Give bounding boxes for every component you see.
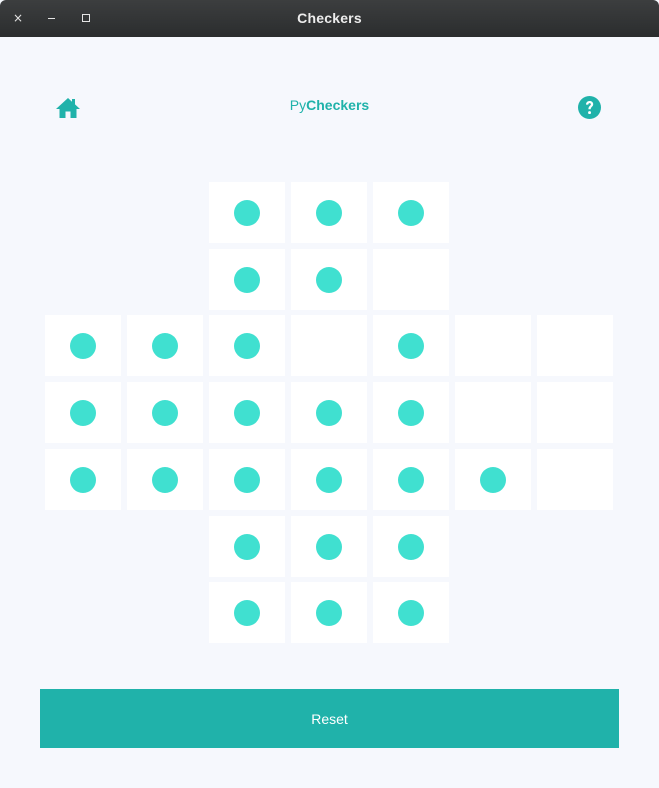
peg[interactable] bbox=[398, 333, 424, 359]
peg[interactable] bbox=[70, 400, 96, 426]
board-cell[interactable] bbox=[537, 315, 613, 376]
board-cell[interactable] bbox=[291, 182, 367, 243]
peg[interactable] bbox=[152, 333, 178, 359]
peg[interactable] bbox=[316, 267, 342, 293]
peg[interactable] bbox=[234, 400, 260, 426]
window-title: Checkers bbox=[297, 10, 362, 26]
peg[interactable] bbox=[70, 467, 96, 493]
board-cell[interactable] bbox=[127, 449, 203, 510]
peg[interactable] bbox=[316, 467, 342, 493]
peg[interactable] bbox=[234, 200, 260, 226]
peg[interactable] bbox=[234, 600, 260, 626]
peg[interactable] bbox=[398, 467, 424, 493]
board-cell[interactable] bbox=[373, 182, 449, 243]
help-icon bbox=[578, 96, 601, 119]
board-cell[interactable] bbox=[291, 516, 367, 577]
board-cell[interactable] bbox=[209, 582, 285, 643]
peg[interactable] bbox=[398, 200, 424, 226]
peg[interactable] bbox=[316, 600, 342, 626]
board-cell[interactable] bbox=[209, 516, 285, 577]
board-cell[interactable] bbox=[455, 315, 531, 376]
board-cell[interactable] bbox=[291, 382, 367, 443]
board-cell[interactable] bbox=[291, 449, 367, 510]
peg[interactable] bbox=[234, 267, 260, 293]
peg[interactable] bbox=[316, 534, 342, 560]
board-cell[interactable] bbox=[455, 382, 531, 443]
peg[interactable] bbox=[234, 467, 260, 493]
board-cell[interactable] bbox=[209, 315, 285, 376]
board-cell[interactable] bbox=[209, 182, 285, 243]
board-cell[interactable] bbox=[209, 249, 285, 310]
board-cell[interactable] bbox=[373, 516, 449, 577]
app-title: PyCheckers bbox=[0, 97, 659, 113]
board-cell[interactable] bbox=[537, 382, 613, 443]
window-titlebar: × Checkers bbox=[0, 0, 659, 37]
board-cell[interactable] bbox=[455, 449, 531, 510]
board-cell[interactable] bbox=[45, 315, 121, 376]
app-title-prefix: Py bbox=[289, 97, 307, 113]
board-cell[interactable] bbox=[537, 449, 613, 510]
board-cell[interactable] bbox=[373, 382, 449, 443]
board-cell[interactable] bbox=[209, 449, 285, 510]
peg[interactable] bbox=[234, 333, 260, 359]
board-cell[interactable] bbox=[45, 382, 121, 443]
board-cell[interactable] bbox=[127, 315, 203, 376]
peg[interactable] bbox=[234, 534, 260, 560]
peg[interactable] bbox=[152, 467, 178, 493]
peg[interactable] bbox=[316, 200, 342, 226]
board-cell[interactable] bbox=[209, 382, 285, 443]
reset-button[interactable]: Reset bbox=[40, 689, 619, 748]
board-cell[interactable] bbox=[373, 582, 449, 643]
board-cell[interactable] bbox=[291, 582, 367, 643]
board-cell[interactable] bbox=[373, 449, 449, 510]
peg[interactable] bbox=[70, 333, 96, 359]
board-cell[interactable] bbox=[373, 315, 449, 376]
board-cell[interactable] bbox=[291, 249, 367, 310]
peg[interactable] bbox=[152, 400, 178, 426]
board-cell[interactable] bbox=[127, 382, 203, 443]
peg[interactable] bbox=[316, 400, 342, 426]
board-cell[interactable] bbox=[45, 449, 121, 510]
peg[interactable] bbox=[480, 467, 506, 493]
app-title-name: Checkers bbox=[306, 97, 370, 113]
help-button[interactable] bbox=[578, 96, 601, 119]
peg[interactable] bbox=[398, 400, 424, 426]
board-cell[interactable] bbox=[291, 315, 367, 376]
peg[interactable] bbox=[398, 600, 424, 626]
peg[interactable] bbox=[398, 534, 424, 560]
board-cell[interactable] bbox=[373, 249, 449, 310]
